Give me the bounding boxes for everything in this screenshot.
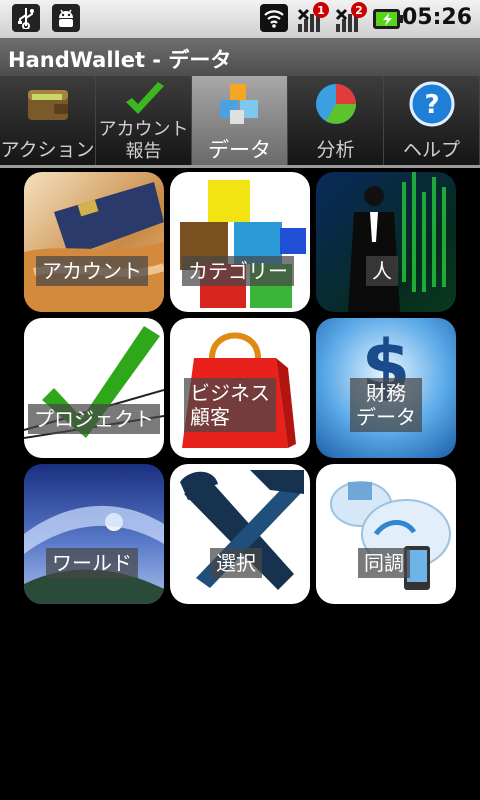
tab-label: ヘルプ bbox=[402, 139, 460, 161]
tile-label: カテゴリー bbox=[182, 256, 294, 286]
wifi-icon bbox=[260, 4, 288, 32]
tile-categories[interactable]: カテゴリー bbox=[170, 172, 310, 312]
tab-label: アクション bbox=[0, 139, 95, 161]
tab-label-line2: 報告 bbox=[125, 141, 162, 162]
tile-label: 財務 データ bbox=[350, 378, 422, 432]
app-title: HandWallet - データ bbox=[8, 48, 232, 72]
android-debug-icon bbox=[52, 4, 80, 32]
tile-label: アカウント bbox=[36, 256, 148, 286]
tab-analysis[interactable]: 分析 bbox=[288, 76, 384, 165]
tile-select[interactable]: 選択 bbox=[170, 464, 310, 604]
svg-text:?: ? bbox=[424, 90, 439, 120]
signal-sim2-icon: 2 bbox=[334, 2, 367, 34]
tile-label: 同調 bbox=[358, 548, 410, 578]
tile-people[interactable]: 人 bbox=[316, 172, 456, 312]
tab-label-line1: アカウント bbox=[98, 119, 189, 140]
cubes-icon bbox=[216, 80, 264, 128]
tile-label-line1: 財務 bbox=[366, 381, 406, 405]
cloud-sync-icon bbox=[316, 464, 456, 604]
tab-account-report[interactable]: アカウント 報告 bbox=[96, 76, 192, 165]
tile-label-line1: ビジネス bbox=[190, 381, 270, 405]
credit-card-icon bbox=[24, 172, 164, 312]
tile-label: 選択 bbox=[210, 548, 262, 578]
status-bar: 1 2 05:26 bbox=[0, 0, 480, 38]
battery-icon bbox=[372, 7, 404, 31]
sim2-badge: 2 bbox=[351, 2, 367, 18]
cubes-icon bbox=[170, 172, 310, 312]
usb-icon bbox=[12, 4, 40, 32]
pie-chart-icon bbox=[312, 80, 360, 128]
tile-label: ビジネス 顧客 bbox=[184, 378, 276, 432]
tile-business-clients[interactable]: ビジネス 顧客 bbox=[170, 318, 310, 458]
wallet-icon bbox=[24, 80, 72, 128]
sim1-badge: 1 bbox=[313, 2, 329, 18]
tab-label: データ bbox=[208, 138, 271, 162]
planet-icon bbox=[24, 464, 164, 604]
tile-projects[interactable]: プロジェクト bbox=[24, 318, 164, 458]
tile-financial-data[interactable]: $ 財務 データ bbox=[316, 318, 456, 458]
tile-world[interactable]: ワールド bbox=[24, 464, 164, 604]
tile-sync[interactable]: 同調 bbox=[316, 464, 456, 604]
person-icon bbox=[316, 172, 456, 312]
tab-data[interactable]: データ bbox=[192, 76, 288, 165]
tile-label: ワールド bbox=[46, 548, 138, 578]
tab-label: 分析 bbox=[316, 139, 355, 161]
tile-label: 人 bbox=[366, 256, 398, 286]
tile-accounts[interactable]: アカウント bbox=[24, 172, 164, 312]
tab-help[interactable]: ? ヘルプ bbox=[384, 76, 480, 165]
signal-sim1-icon: 1 bbox=[296, 2, 329, 34]
tile-label: プロジェクト bbox=[28, 404, 160, 434]
help-icon: ? bbox=[408, 80, 456, 128]
clock: 05:26 bbox=[401, 5, 472, 30]
tile-label-line2: データ bbox=[356, 405, 416, 429]
tools-icon bbox=[170, 464, 310, 604]
tile-label-line2: 顧客 bbox=[190, 405, 230, 429]
checkmark-icon bbox=[24, 318, 164, 458]
tab-actions[interactable]: アクション bbox=[0, 76, 96, 165]
tab-bar: アクション アカウント 報告 データ 分析 ? ヘルプ bbox=[0, 76, 480, 168]
title-bar: HandWallet - データ bbox=[0, 38, 480, 76]
